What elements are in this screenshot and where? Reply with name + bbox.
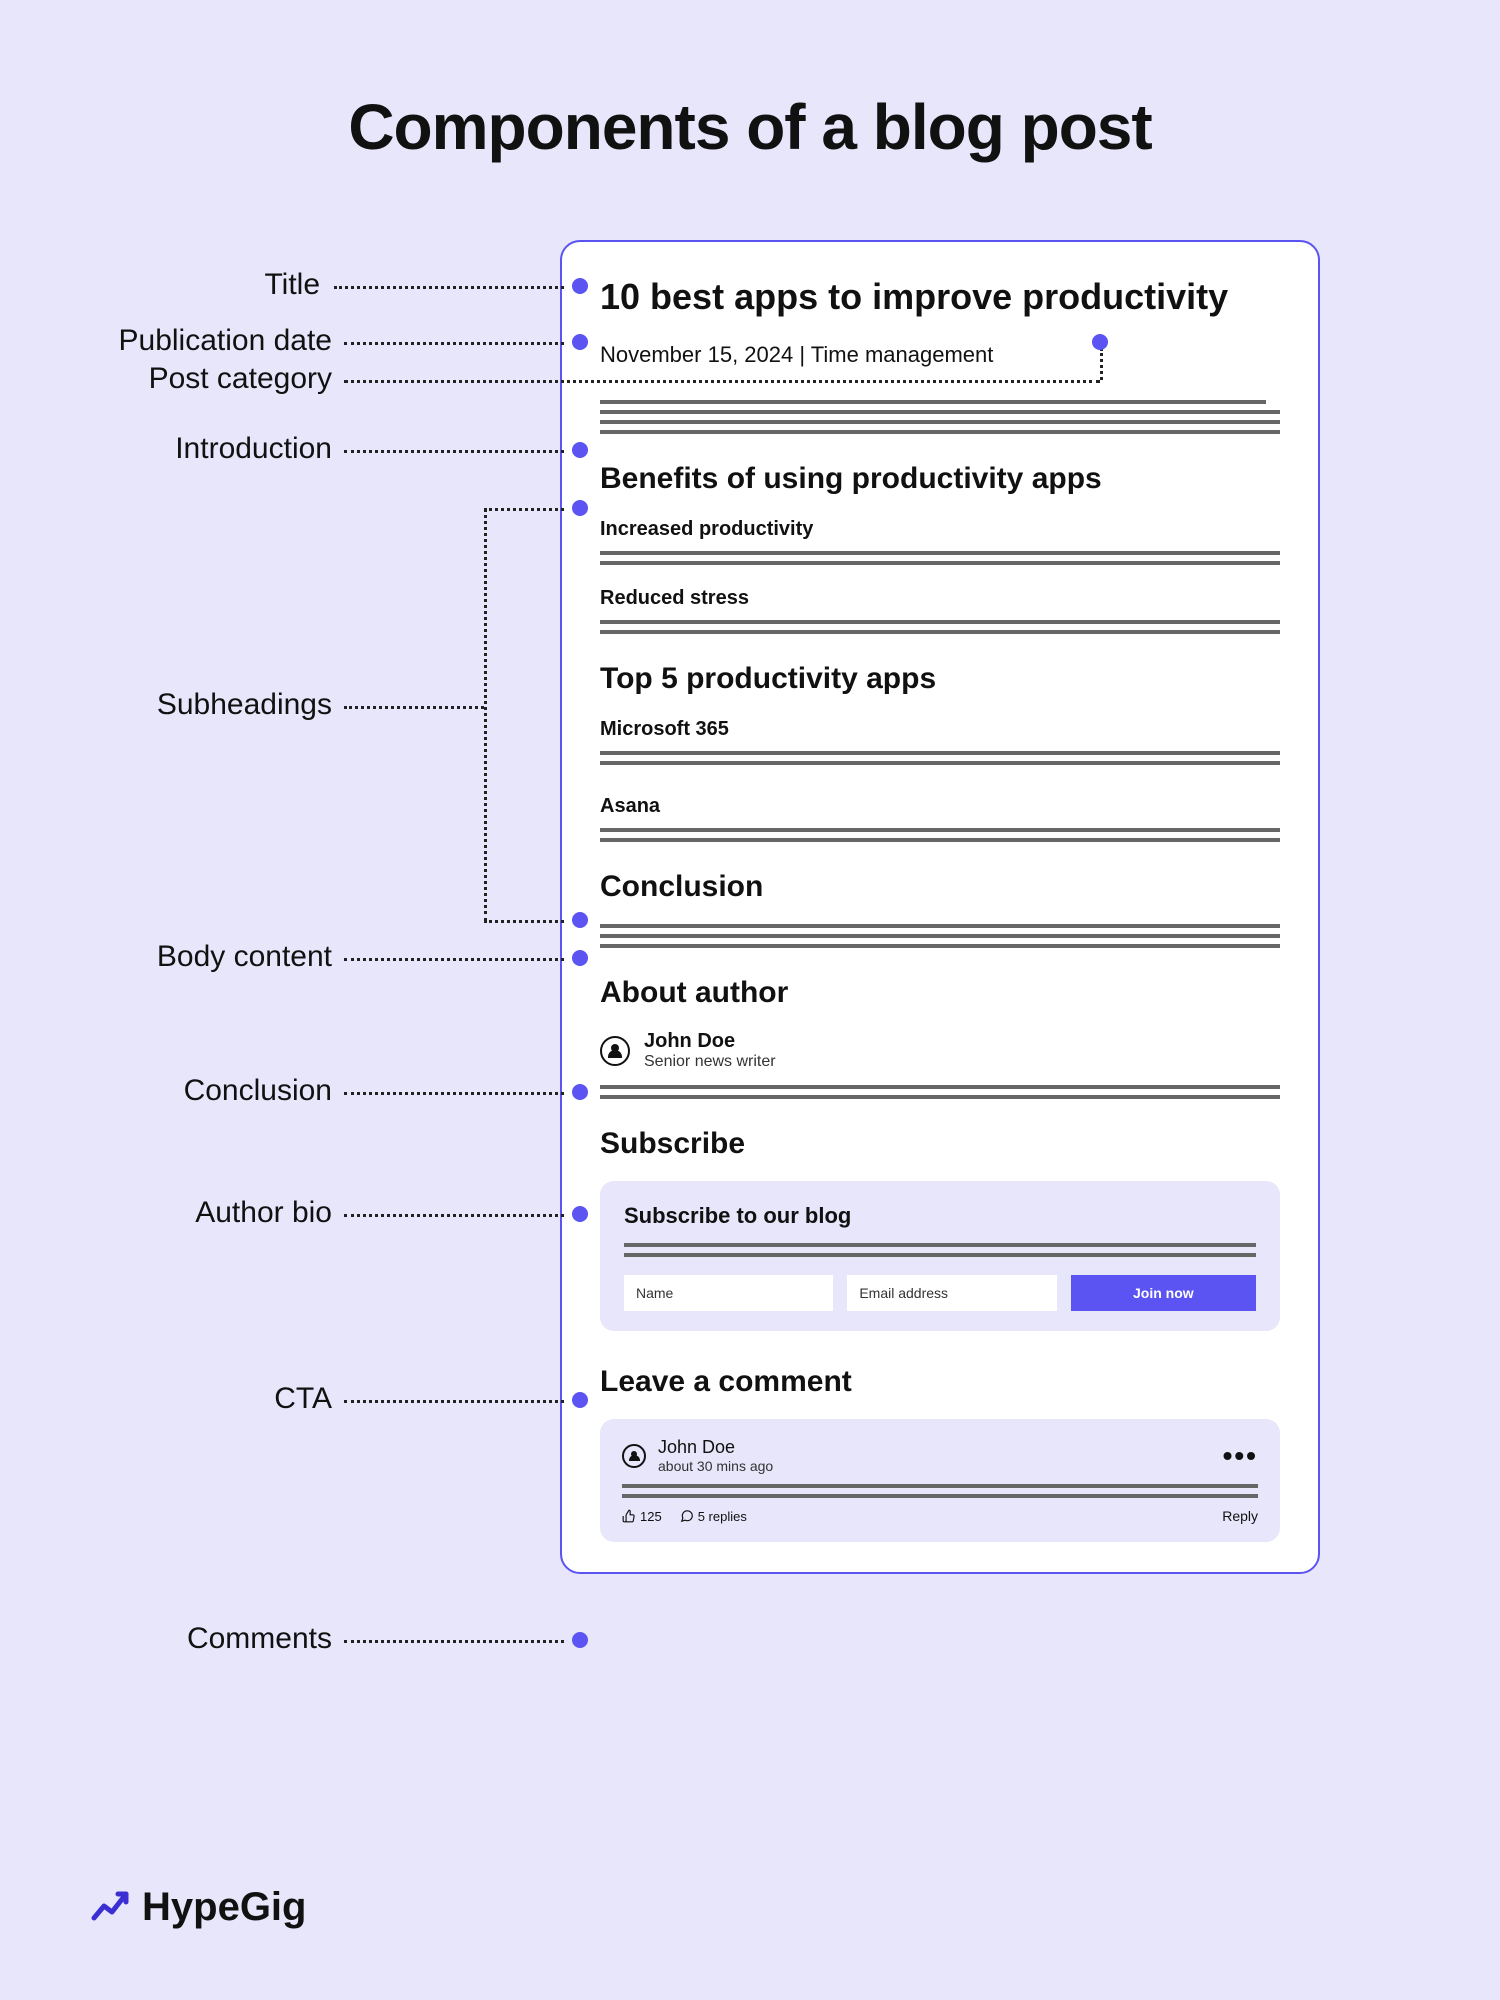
author-row: John Doe Senior news writer bbox=[600, 1030, 1280, 1071]
sub-increased: Increased productivity bbox=[600, 518, 1280, 541]
marker-dot bbox=[1092, 334, 1108, 350]
marker-dot bbox=[572, 500, 588, 516]
reply-button[interactable]: Reply bbox=[1222, 1508, 1258, 1524]
connector bbox=[344, 380, 1100, 383]
top5-heading: Top 5 productivity apps bbox=[600, 662, 1280, 696]
sub-reduced: Reduced stress bbox=[600, 587, 1280, 610]
marker-dot bbox=[572, 1392, 588, 1408]
brand: HypeGig bbox=[90, 1885, 306, 1930]
benefits-heading: Benefits of using productivity apps bbox=[600, 462, 1280, 496]
marker-dot bbox=[572, 912, 588, 928]
connector bbox=[484, 508, 487, 922]
app2: Asana bbox=[600, 795, 1280, 818]
text-lines bbox=[600, 1085, 1280, 1099]
like-button[interactable]: 125 bbox=[622, 1509, 662, 1524]
marker-dot bbox=[572, 1632, 588, 1648]
connector bbox=[344, 1640, 564, 1643]
connector bbox=[344, 958, 564, 961]
connector bbox=[344, 706, 484, 709]
ann-title: Title bbox=[120, 268, 320, 302]
marker-dot bbox=[572, 334, 588, 350]
ann-comments: Comments bbox=[60, 1622, 332, 1656]
post-category: Time management bbox=[811, 342, 994, 367]
marker-dot bbox=[572, 442, 588, 458]
replies-count: 5 replies bbox=[698, 1509, 747, 1524]
marker-dot bbox=[572, 1206, 588, 1222]
author-role: Senior news writer bbox=[644, 1053, 776, 1071]
intro-lines bbox=[600, 400, 1280, 434]
ann-intro: Introduction bbox=[60, 432, 332, 466]
marker-dot bbox=[572, 950, 588, 966]
conclusion-heading: Conclusion bbox=[600, 870, 1280, 904]
more-icon[interactable]: ••• bbox=[1223, 1451, 1258, 1461]
blog-post-card: 10 best apps to improve productivity Nov… bbox=[560, 240, 1320, 1574]
comment-author: John Doe bbox=[658, 1437, 773, 1458]
connector bbox=[344, 342, 564, 345]
page-title: Components of a blog post bbox=[0, 90, 1500, 164]
author-name: John Doe bbox=[644, 1030, 776, 1053]
ann-subheadings: Subheadings bbox=[60, 688, 332, 722]
marker-dot bbox=[572, 278, 588, 294]
comment-heading: Leave a comment bbox=[600, 1365, 1280, 1399]
text-lines bbox=[624, 1243, 1256, 1257]
text-lines bbox=[600, 751, 1280, 765]
subscribe-heading: Subscribe bbox=[600, 1127, 1280, 1161]
connector bbox=[484, 508, 564, 511]
app1: Microsoft 365 bbox=[600, 718, 1280, 741]
subscribe-title: Subscribe to our blog bbox=[624, 1203, 1256, 1229]
text-lines bbox=[622, 1484, 1258, 1498]
post-title: 10 best apps to improve productivity bbox=[600, 276, 1280, 318]
ann-cta: CTA bbox=[60, 1382, 332, 1416]
join-button[interactable]: Join now bbox=[1071, 1275, 1256, 1311]
connector bbox=[344, 1092, 564, 1095]
comment-panel: John Doe about 30 mins ago ••• 125 5 rep… bbox=[600, 1419, 1280, 1542]
ann-author-bio: Author bio bbox=[60, 1196, 332, 1230]
conclusion-lines bbox=[600, 924, 1280, 948]
comment-time: about 30 mins ago bbox=[658, 1458, 773, 1474]
post-date: November 15, 2024 bbox=[600, 342, 793, 367]
email-input[interactable]: Email address bbox=[847, 1275, 1056, 1311]
like-count: 125 bbox=[640, 1509, 662, 1524]
connector bbox=[484, 920, 564, 923]
connector bbox=[344, 1400, 564, 1403]
post-meta: November 15, 2024 | Time management bbox=[600, 342, 1280, 368]
connector bbox=[344, 1214, 564, 1217]
connector bbox=[1100, 348, 1103, 380]
ann-pub-date: Publication date bbox=[60, 324, 332, 358]
meta-separator: | bbox=[793, 342, 811, 367]
text-lines bbox=[600, 620, 1280, 634]
name-input[interactable]: Name bbox=[624, 1275, 833, 1311]
brand-name: HypeGig bbox=[142, 1885, 306, 1930]
brand-logo-icon bbox=[90, 1888, 130, 1928]
subscribe-panel: Subscribe to our blog Name Email address… bbox=[600, 1181, 1280, 1331]
avatar-icon bbox=[600, 1036, 630, 1066]
marker-dot bbox=[572, 1084, 588, 1100]
ann-body: Body content bbox=[60, 940, 332, 974]
avatar-icon bbox=[622, 1444, 646, 1468]
text-lines bbox=[600, 828, 1280, 842]
connector bbox=[334, 286, 564, 289]
connector bbox=[344, 450, 564, 453]
about-author-heading: About author bbox=[600, 976, 1280, 1010]
replies-button[interactable]: 5 replies bbox=[680, 1509, 747, 1524]
text-lines bbox=[600, 551, 1280, 565]
ann-post-category: Post category bbox=[60, 362, 332, 396]
ann-conclusion: Conclusion bbox=[60, 1074, 332, 1108]
